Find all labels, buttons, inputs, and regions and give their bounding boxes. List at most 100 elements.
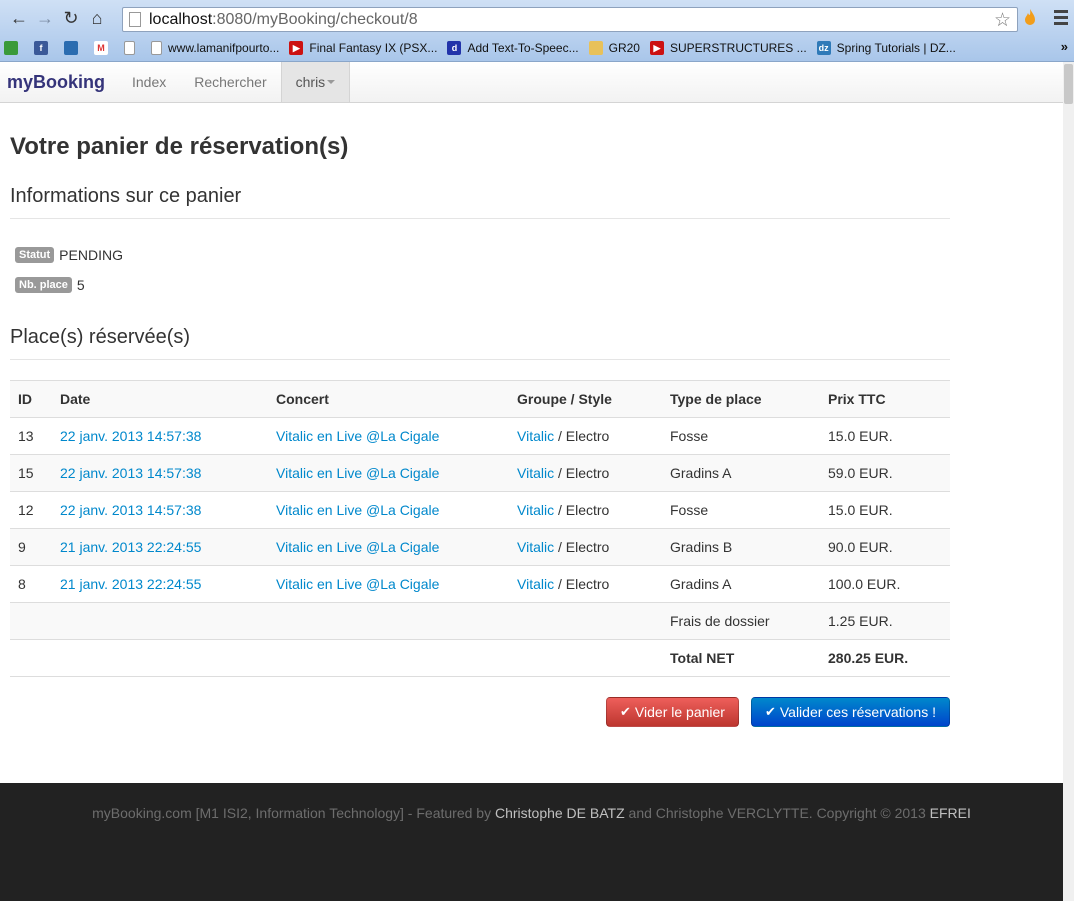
facebook-icon: f (34, 41, 48, 55)
row-group-link[interactable]: Vitalic (517, 539, 554, 555)
table-row: 13 22 janv. 2013 14:57:38 Vitalic en Liv… (10, 417, 950, 455)
bookmark-item[interactable] (64, 41, 84, 55)
footer-author1[interactable]: Christophe DE BATZ (495, 805, 625, 821)
url-path: :8080/myBooking/checkout/8 (212, 10, 418, 28)
folder-icon (588, 41, 603, 55)
row-concert-link[interactable]: Vitalic en Live @La Cigale (276, 539, 439, 555)
row-group-link[interactable]: Vitalic (517, 576, 554, 592)
browser-chrome: ← → ↻ ⌂ localhost:8080/myBooking/checkou… (0, 0, 1074, 62)
bookmark-item[interactable]: d Add Text-To-Speec... (447, 41, 579, 55)
brand-logo[interactable]: myBooking (0, 62, 118, 102)
empty-cart-label: Vider le panier (634, 704, 725, 720)
browser-menu-icon[interactable] (1054, 10, 1068, 28)
total-value: 280.25 EUR. (820, 639, 950, 677)
row-price: 59.0 EUR. (820, 454, 950, 492)
bookmark-label: Spring Tutorials | DZ... (836, 41, 956, 55)
scrollbar-track[interactable] (1063, 62, 1074, 901)
row-date-link[interactable]: 22 janv. 2013 14:57:38 (60, 428, 201, 444)
validate-reservations-button[interactable]: ✔ Valider ces réservations ! (750, 697, 950, 727)
places-row: Nb. place 5 (15, 276, 950, 294)
page-icon (129, 12, 141, 27)
footer-org[interactable]: EFREI (930, 805, 971, 821)
user-name: chris (295, 74, 326, 90)
row-concert-link[interactable]: Vitalic en Live @La Cigale (276, 465, 439, 481)
bookmark-label: SUPERSTRUCTURES ... (669, 41, 807, 55)
row-id: 12 (10, 491, 52, 529)
bookmark-item[interactable]: M (94, 41, 114, 55)
row-group-link[interactable]: Vitalic (517, 465, 554, 481)
row-id: 13 (10, 417, 52, 455)
bookmark-star-icon[interactable]: ☆ (994, 9, 1011, 32)
row-seat-type: Gradins A (662, 565, 820, 603)
reload-icon[interactable]: ↻ (58, 5, 84, 31)
page-icon (151, 41, 162, 55)
row-seat-type: Gradins B (662, 528, 820, 566)
app-icon (4, 41, 18, 55)
youtube-icon: ▶ (289, 41, 304, 55)
table-row: 15 22 janv. 2013 14:57:38 Vitalic en Liv… (10, 454, 950, 492)
caret-down-icon (327, 80, 336, 84)
bookmark-label: Add Text-To-Speec... (467, 41, 579, 55)
bookmark-item[interactable]: ▶ Final Fantasy IX (PSX... (289, 41, 437, 55)
bookmark-item[interactable]: f (34, 41, 54, 55)
row-date-link[interactable]: 22 janv. 2013 14:57:38 (60, 465, 201, 481)
row-price: 15.0 EUR. (820, 417, 950, 455)
bookmarks-overflow-icon[interactable]: » (1061, 39, 1068, 54)
address-bar[interactable]: localhost:8080/myBooking/checkout/8 ☆ (122, 7, 1018, 32)
nav-index[interactable]: Index (118, 62, 180, 102)
forward-icon[interactable]: → (32, 5, 58, 31)
reservations-table: ID Date Concert Groupe / Style Type de p… (10, 380, 950, 677)
bookmark-item[interactable]: GR20 (588, 41, 640, 55)
bookmark-item[interactable] (124, 41, 141, 55)
status-row: Statut PENDING (15, 246, 950, 264)
table-row: 8 21 janv. 2013 22:24:55 Vitalic en Live… (10, 565, 950, 603)
places-label: Nb. place (15, 277, 72, 293)
row-date-link[interactable]: 21 janv. 2013 22:24:55 (60, 576, 201, 592)
total-label: Total NET (662, 639, 820, 677)
col-seat-type: Type de place (662, 380, 820, 418)
col-group-style: Groupe / Style (509, 380, 662, 418)
row-group-link[interactable]: Vitalic (517, 428, 554, 444)
col-price: Prix TTC (820, 380, 950, 418)
extension-flame-icon[interactable] (1023, 8, 1037, 26)
empty-cart-button[interactable]: ✔ Vider le panier (606, 697, 739, 727)
check-icon: ✔ (764, 704, 776, 719)
nav-rechercher[interactable]: Rechercher (180, 62, 280, 102)
back-icon[interactable]: ← (6, 5, 32, 31)
row-style: / Electro (554, 502, 610, 518)
row-style: / Electro (554, 465, 610, 481)
col-concert: Concert (268, 380, 509, 418)
footer-text: myBooking.com [M1 ISI2, Information Tech… (0, 805, 1063, 821)
bookmark-item[interactable]: ▶ SUPERSTRUCTURES ... (649, 41, 807, 55)
row-id: 15 (10, 454, 52, 492)
page-title: Votre panier de réservation(s) (10, 133, 349, 160)
row-concert-link[interactable]: Vitalic en Live @La Cigale (276, 502, 439, 518)
bookmark-item[interactable]: dz Spring Tutorials | DZ... (816, 41, 956, 55)
table-header-row: ID Date Concert Groupe / Style Type de p… (10, 380, 950, 418)
row-id: 9 (10, 528, 52, 566)
user-dropdown[interactable]: chris (280, 62, 351, 102)
places-section-title: Place(s) réservée(s) (10, 326, 950, 360)
row-date-link[interactable]: 22 janv. 2013 14:57:38 (60, 502, 201, 518)
footer-text-part2: and Christophe VERCLYTTE. Copyright © 20… (624, 805, 930, 821)
url-host: localhost (149, 10, 213, 28)
row-seat-type: Fosse (662, 491, 820, 529)
footer: myBooking.com [M1 ISI2, Information Tech… (0, 783, 1063, 901)
scrollbar-thumb[interactable] (1064, 64, 1073, 104)
row-price: 90.0 EUR. (820, 528, 950, 566)
home-icon[interactable]: ⌂ (84, 5, 110, 31)
row-id: 8 (10, 565, 52, 603)
row-concert-link[interactable]: Vitalic en Live @La Cigale (276, 428, 439, 444)
bookmark-label: Final Fantasy IX (PSX... (309, 41, 438, 55)
row-date-link[interactable]: 21 janv. 2013 22:24:55 (60, 539, 201, 555)
status-value: PENDING (59, 247, 123, 263)
row-group-link[interactable]: Vitalic (517, 502, 554, 518)
speech-icon: d (447, 41, 462, 55)
row-price: 15.0 EUR. (820, 491, 950, 529)
bookmark-item[interactable] (4, 41, 24, 55)
validate-label: Valider ces réservations ! (779, 704, 936, 720)
row-concert-link[interactable]: Vitalic en Live @La Cigale (276, 576, 439, 592)
youtube-icon: ▶ (649, 41, 664, 55)
bookmark-label: www.lamanifpourto... (168, 41, 280, 55)
bookmark-item[interactable]: www.lamanifpourto... (151, 41, 279, 55)
